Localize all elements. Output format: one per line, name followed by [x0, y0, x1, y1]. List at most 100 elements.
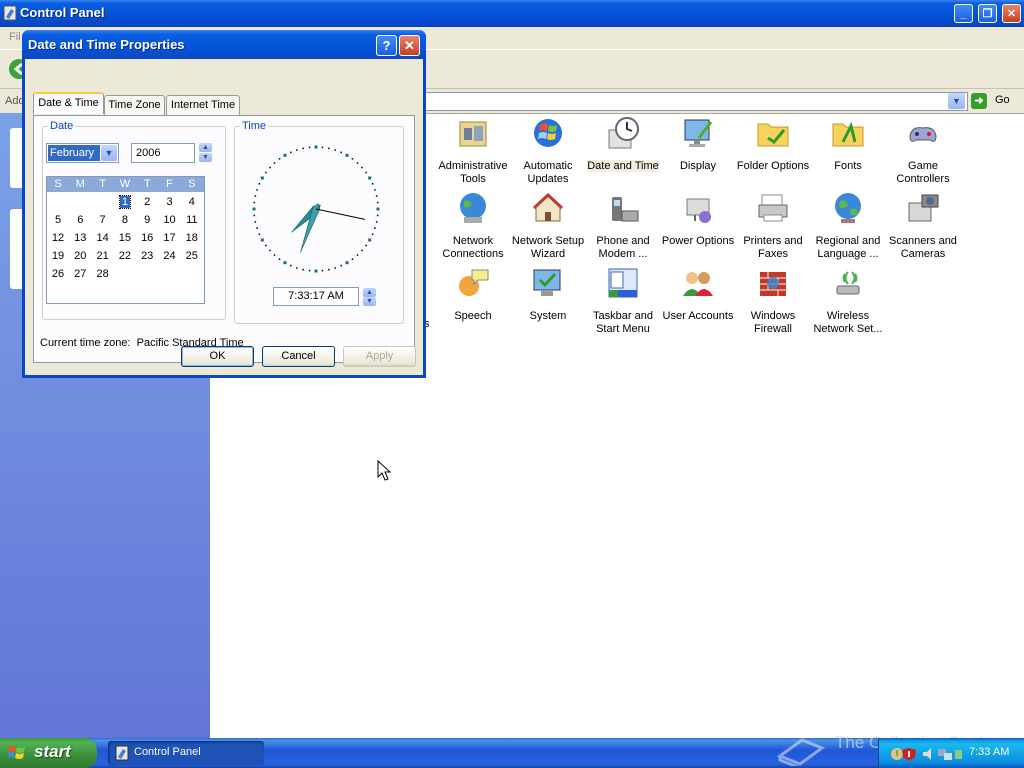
- calendar-day[interactable]: 20: [69, 250, 91, 263]
- dialog-close-button[interactable]: ✕: [399, 35, 420, 56]
- control-panel-item-label: Network Connections: [442, 235, 504, 260]
- calendar-day[interactable]: 15: [114, 232, 136, 245]
- control-panel-item[interactable]: Taskbar and Start Menu: [586, 266, 660, 336]
- control-panel-item[interactable]: Phone and Modem ...: [586, 191, 660, 261]
- calendar-day[interactable]: 4: [181, 196, 203, 209]
- clock-minute-mark: [308, 269, 311, 272]
- control-panel-item-label: Folder Options: [736, 160, 810, 172]
- clock-second-hand: [315, 208, 366, 220]
- tab-date-time[interactable]: Date & Time: [33, 92, 104, 114]
- control-panel-item[interactable]: Date and Time: [586, 116, 660, 173]
- control-panel-item-label: Automatic Updates: [523, 160, 573, 185]
- control-panel-item[interactable]: Administrative Tools: [436, 116, 510, 186]
- tray-icons: [891, 748, 962, 761]
- control-panel-item[interactable]: Automatic Updates: [511, 116, 585, 186]
- calendar-day[interactable]: 26: [47, 268, 69, 281]
- control-panel-item[interactable]: Printers and Faxes: [736, 191, 810, 261]
- game-controllers-icon: [909, 127, 937, 142]
- tab-time-zone[interactable]: Time Zone: [104, 95, 165, 115]
- minimize-button[interactable]: _: [954, 4, 973, 23]
- ok-button[interactable]: OK: [181, 346, 254, 367]
- control-panel-item[interactable]: Display: [661, 116, 735, 173]
- clock-minute-mark: [374, 227, 376, 229]
- control-panel-item[interactable]: Network Setup Wizard: [511, 191, 585, 261]
- calendar-day[interactable]: 7: [92, 214, 114, 227]
- help-button[interactable]: ?: [376, 35, 397, 56]
- dialog-body: Date & Time Time Zone Internet Time Date…: [25, 59, 423, 375]
- clock-minute-mark: [321, 269, 324, 272]
- folder-options-icon: [757, 123, 789, 147]
- calendar-weekday-header: SMTWTFS: [47, 177, 204, 192]
- restore-button[interactable]: ❐: [978, 4, 997, 23]
- tab-internet-time[interactable]: Internet Time: [166, 95, 240, 115]
- calendar-day[interactable]: 14: [92, 232, 114, 245]
- calendar-day[interactable]: 6: [69, 214, 91, 227]
- control-panel-item-label: User Accounts: [662, 310, 734, 322]
- calendar-day[interactable]: 9: [136, 214, 158, 227]
- control-panel-item[interactable]: Game Controllers: [886, 116, 960, 186]
- time-input[interactable]: 7:33:17 AM: [273, 287, 359, 306]
- time-down-button[interactable]: ▼: [363, 297, 376, 306]
- calendar-day[interactable]: 18: [181, 232, 203, 245]
- cancel-button[interactable]: Cancel: [262, 346, 335, 367]
- address-dropdown-button[interactable]: ▼: [948, 93, 965, 109]
- time-up-button[interactable]: ▲: [363, 288, 376, 297]
- clock-minute-mark: [256, 227, 258, 229]
- year-down-button[interactable]: ▼: [199, 153, 212, 162]
- calendar-day-selected[interactable]: 1: [114, 195, 136, 209]
- calendar-day[interactable]: 5: [47, 214, 69, 227]
- calendar-day[interactable]: 11: [181, 214, 203, 227]
- calendar-day[interactable]: 27: [69, 268, 91, 281]
- calendar-day[interactable]: 13: [69, 232, 91, 245]
- calendar-day[interactable]: 28: [92, 268, 114, 281]
- control-panel-item[interactable]: Power Options: [661, 191, 735, 248]
- control-panel-item-label: Fonts: [834, 160, 862, 172]
- address-input[interactable]: [420, 92, 968, 111]
- calendar-day[interactable]: 25: [181, 250, 203, 263]
- close-window-button[interactable]: ✕: [1002, 4, 1021, 23]
- control-panel-item[interactable]: User Accounts: [661, 266, 735, 323]
- calendar-day[interactable]: 16: [136, 232, 158, 245]
- speech-icon: [459, 269, 489, 296]
- phone-and-modem-icon: [612, 197, 639, 222]
- taskbar-button-control-panel[interactable]: Control Panel: [108, 741, 264, 765]
- start-button[interactable]: start: [0, 738, 97, 768]
- month-select[interactable]: February ▼: [46, 143, 119, 163]
- calendar-weekday: S: [188, 178, 196, 190]
- clock-minute-mark: [254, 221, 257, 223]
- control-panel-item[interactable]: System: [511, 266, 585, 323]
- control-panel-item[interactable]: Wireless Network Set...: [811, 266, 885, 336]
- clock-hour-mark: [345, 153, 349, 157]
- go-button[interactable]: ➜ Go: [971, 92, 1021, 110]
- clock-minute-mark: [321, 146, 324, 149]
- calendar-day[interactable]: 19: [47, 250, 69, 263]
- year-input[interactable]: 2006: [131, 143, 195, 163]
- calendar-day[interactable]: 21: [92, 250, 114, 263]
- dialog-titlebar: Date and Time Properties ? ✕: [22, 30, 426, 59]
- control-panel-item[interactable]: Speech: [436, 266, 510, 323]
- calendar-day[interactable]: 10: [159, 214, 181, 227]
- menu-file[interactable]: Fil: [9, 31, 21, 43]
- control-panel-item[interactable]: Windows Firewall: [736, 266, 810, 336]
- control-panel-item[interactable]: Folder Options: [736, 116, 810, 173]
- control-panel-item[interactable]: Network Connections: [436, 191, 510, 261]
- calendar-day[interactable]: 8: [114, 214, 136, 227]
- calendar-day[interactable]: 24: [159, 250, 181, 263]
- control-panel-item-label: Printers and Faxes: [743, 235, 803, 260]
- apply-button[interactable]: Apply: [343, 346, 416, 367]
- calendar-day[interactable]: 23: [136, 250, 158, 263]
- calendar-day[interactable]: 22: [114, 250, 136, 263]
- clock-hour-mark: [314, 269, 318, 273]
- calendar-day[interactable]: 17: [159, 232, 181, 245]
- calendar-day[interactable]: 12: [47, 232, 69, 245]
- clock-minute-mark: [253, 201, 256, 204]
- control-panel-item[interactable]: Fonts: [811, 116, 885, 173]
- calendar-day[interactable]: 2: [136, 196, 158, 209]
- year-up-button[interactable]: ▲: [199, 143, 212, 152]
- control-panel-item[interactable]: Scanners and Cameras: [886, 191, 960, 261]
- clock-minute-mark: [371, 233, 374, 235]
- calendar-day[interactable]: 3: [159, 196, 181, 209]
- control-panel-item[interactable]: Regional and Language ...: [811, 191, 885, 261]
- chevron-down-icon[interactable]: ▼: [101, 145, 117, 161]
- tray-clock: 7:33 AM: [969, 746, 1010, 758]
